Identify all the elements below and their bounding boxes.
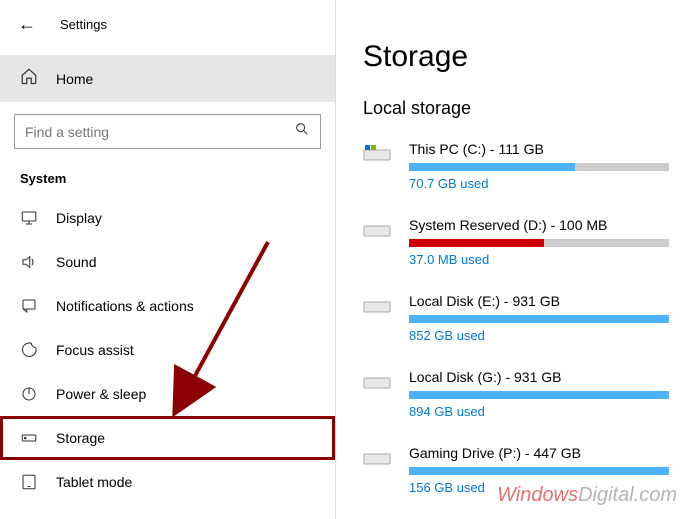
drive-name: This PC (C:) - 111 GB — [409, 141, 669, 157]
nav-tablet-mode[interactable]: Tablet mode — [0, 460, 335, 504]
drive-used: 894 GB used — [409, 404, 669, 419]
drive-info: System Reserved (D:) - 100 MB 37.0 MB us… — [409, 217, 669, 267]
nav-notifications[interactable]: Notifications & actions — [0, 284, 335, 328]
storage-icon — [20, 429, 38, 447]
drive-icon — [363, 295, 391, 317]
usage-bar — [409, 315, 669, 323]
usage-bar — [409, 391, 669, 399]
search-input[interactable] — [25, 124, 294, 140]
window-title: Settings — [60, 17, 107, 32]
power-icon — [20, 385, 38, 403]
drive-row-g[interactable]: Local Disk (G:) - 931 GB 894 GB used — [363, 369, 669, 419]
nav-sound[interactable]: Sound — [0, 240, 335, 284]
home-label: Home — [56, 71, 93, 87]
sound-icon — [20, 253, 38, 271]
nav-label: Sound — [56, 254, 96, 270]
titlebar: ← Settings — [0, 0, 335, 49]
drive-row-e[interactable]: Local Disk (E:) - 931 GB 852 GB used — [363, 293, 669, 343]
nav-storage[interactable]: Storage — [0, 416, 335, 460]
drive-name: Local Disk (E:) - 931 GB — [409, 293, 669, 309]
drive-info: This PC (C:) - 111 GB 70.7 GB used — [409, 141, 669, 191]
usage-fill — [409, 467, 669, 475]
usage-bar — [409, 467, 669, 475]
search-icon — [294, 121, 310, 142]
main-panel: Storage Local storage This PC (C:) - 111… — [335, 0, 689, 519]
tablet-icon — [20, 473, 38, 491]
nav-label: Tablet mode — [56, 474, 132, 490]
drive-used: 852 GB used — [409, 328, 669, 343]
section-heading: System — [0, 163, 335, 196]
drive-info: Local Disk (E:) - 931 GB 852 GB used — [409, 293, 669, 343]
drive-name: Gaming Drive (P:) - 447 GB — [409, 445, 669, 461]
watermark: WindowsDigital.com — [497, 484, 677, 507]
drive-name: System Reserved (D:) - 100 MB — [409, 217, 669, 233]
drive-used: 37.0 MB used — [409, 252, 669, 267]
usage-fill — [409, 315, 669, 323]
drive-name: Local Disk (G:) - 931 GB — [409, 369, 669, 385]
home-nav[interactable]: Home — [0, 55, 335, 102]
focus-icon — [20, 341, 38, 359]
drive-icon — [363, 219, 391, 241]
search-box[interactable] — [14, 114, 321, 149]
nav-display[interactable]: Display — [0, 196, 335, 240]
drive-used: 70.7 GB used — [409, 176, 669, 191]
usage-bar — [409, 163, 669, 171]
divider — [335, 0, 336, 519]
drive-info: Local Disk (G:) - 931 GB 894 GB used — [409, 369, 669, 419]
page-title: Storage — [363, 40, 669, 74]
nav-label: Power & sleep — [56, 386, 146, 402]
settings-window: ← Settings Home System Display Sound — [0, 0, 689, 519]
watermark-part2: Digital.com — [578, 484, 677, 506]
drive-icon — [363, 371, 391, 393]
drive-row-c[interactable]: This PC (C:) - 111 GB 70.7 GB used — [363, 141, 669, 191]
notifications-icon — [20, 297, 38, 315]
nav-label: Display — [56, 210, 102, 226]
nav-label: Storage — [56, 430, 105, 446]
usage-bar — [409, 239, 669, 247]
nav-focus-assist[interactable]: Focus assist — [0, 328, 335, 372]
search-wrap — [0, 108, 335, 163]
drive-row-d[interactable]: System Reserved (D:) - 100 MB 37.0 MB us… — [363, 217, 669, 267]
usage-fill — [409, 239, 544, 247]
usage-fill — [409, 391, 669, 399]
drive-icon — [363, 143, 391, 165]
display-icon — [20, 209, 38, 227]
nav-label: Focus assist — [56, 342, 134, 358]
drive-icon — [363, 447, 391, 469]
nav-power-sleep[interactable]: Power & sleep — [0, 372, 335, 416]
usage-fill — [409, 163, 575, 171]
sidebar: ← Settings Home System Display Sound — [0, 0, 335, 519]
back-icon[interactable]: ← — [18, 14, 36, 35]
page-subtitle: Local storage — [363, 98, 669, 119]
watermark-part1: Windows — [497, 484, 578, 506]
home-icon — [20, 67, 38, 90]
nav-label: Notifications & actions — [56, 298, 194, 314]
